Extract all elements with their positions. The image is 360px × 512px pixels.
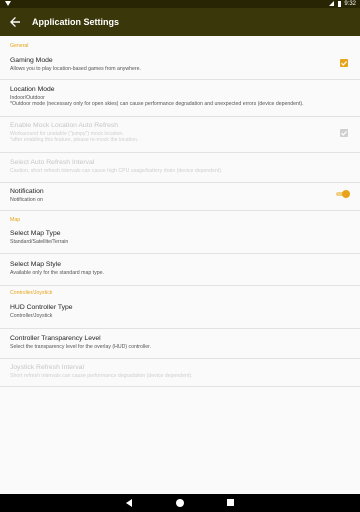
pref-title: Enable Mock Location Auto Refresh xyxy=(10,122,119,129)
settings-list: General Gaming Mode Allows you to play l… xyxy=(0,36,360,494)
status-bar: 9:32 xyxy=(0,0,360,8)
navigation-bar xyxy=(0,494,360,512)
page-title: Application Settings xyxy=(32,17,120,27)
pref-auto-refresh-interval[interactable]: Select Auto Refresh Interval Caution, sh… xyxy=(0,153,360,182)
pref-summary: Select the transparency level for the ov… xyxy=(10,344,151,350)
pref-title: Gaming Mode xyxy=(10,57,53,64)
pref-title: Joystick Refresh Interval xyxy=(10,364,85,371)
pref-summary-note: *after enabling this feature, please re-… xyxy=(10,137,139,143)
category-map: Map xyxy=(10,217,21,223)
pref-mock-auto-refresh[interactable]: Enable Mock Location Auto Refresh Workar… xyxy=(0,117,360,153)
pref-summary: Notification on xyxy=(10,197,43,203)
pref-notification[interactable]: Notification Notification on xyxy=(0,183,360,210)
signal-icon xyxy=(329,1,334,6)
nav-back-icon[interactable] xyxy=(126,499,132,507)
divider xyxy=(0,285,360,286)
battery-icon xyxy=(338,1,341,7)
pref-title: Select Map Type xyxy=(10,230,61,237)
pref-summary: Short refresh intervals can cause perfor… xyxy=(10,373,193,379)
back-arrow-icon[interactable] xyxy=(7,14,23,30)
pref-gaming-mode[interactable]: Gaming Mode Allows you to play location-… xyxy=(0,52,360,79)
divider xyxy=(0,386,360,387)
pref-location-mode[interactable]: Location Mode Indoor/Outdoor *Outdoor mo… xyxy=(0,80,360,115)
pref-summary: Allows you to play location-based games … xyxy=(10,66,141,72)
toggle-notification[interactable] xyxy=(336,190,350,198)
divider xyxy=(0,210,360,211)
nav-home-icon[interactable] xyxy=(176,499,184,507)
pref-controller-transparency[interactable]: Controller Transparency Level Select the… xyxy=(0,329,360,358)
nav-recents-icon[interactable] xyxy=(227,499,234,506)
pref-title: Location Mode xyxy=(10,86,55,93)
checkbox-gaming-mode[interactable] xyxy=(340,59,348,67)
category-general: General xyxy=(10,43,29,49)
pref-title: Controller Transparency Level xyxy=(10,335,101,342)
pref-title: Select Auto Refresh Interval xyxy=(10,159,95,166)
pref-summary-note: *Outdoor mode (necessary only for open s… xyxy=(10,101,304,107)
wifi-icon xyxy=(5,1,11,6)
status-time: 9:32 xyxy=(344,1,356,7)
pref-title: Notification xyxy=(10,188,44,195)
switch-thumb xyxy=(342,190,350,198)
pref-hud-controller-type[interactable]: HUD Controller Type Controller/Joystick xyxy=(0,298,360,328)
pref-map-type[interactable]: Select Map Type Standard/Satellite/Terra… xyxy=(0,225,360,252)
pref-title: HUD Controller Type xyxy=(10,304,73,311)
pref-summary: Standard/Satellite/Terrain xyxy=(10,239,69,245)
checkbox-mock-auto-refresh[interactable] xyxy=(340,129,348,137)
pref-summary: Available only for the standard map type… xyxy=(10,270,104,276)
pref-map-style[interactable]: Select Map Style Available only for the … xyxy=(0,254,360,285)
app-bar: Application Settings xyxy=(0,8,360,36)
pref-summary: Caution, short refresh intervals can cau… xyxy=(10,168,223,174)
pref-joystick-refresh-interval[interactable]: Joystick Refresh Interval Short refresh … xyxy=(0,359,360,386)
pref-summary: Controller/Joystick xyxy=(10,313,53,319)
pref-title: Select Map Style xyxy=(10,261,61,268)
category-controller: Controller/Joystick xyxy=(10,290,53,296)
